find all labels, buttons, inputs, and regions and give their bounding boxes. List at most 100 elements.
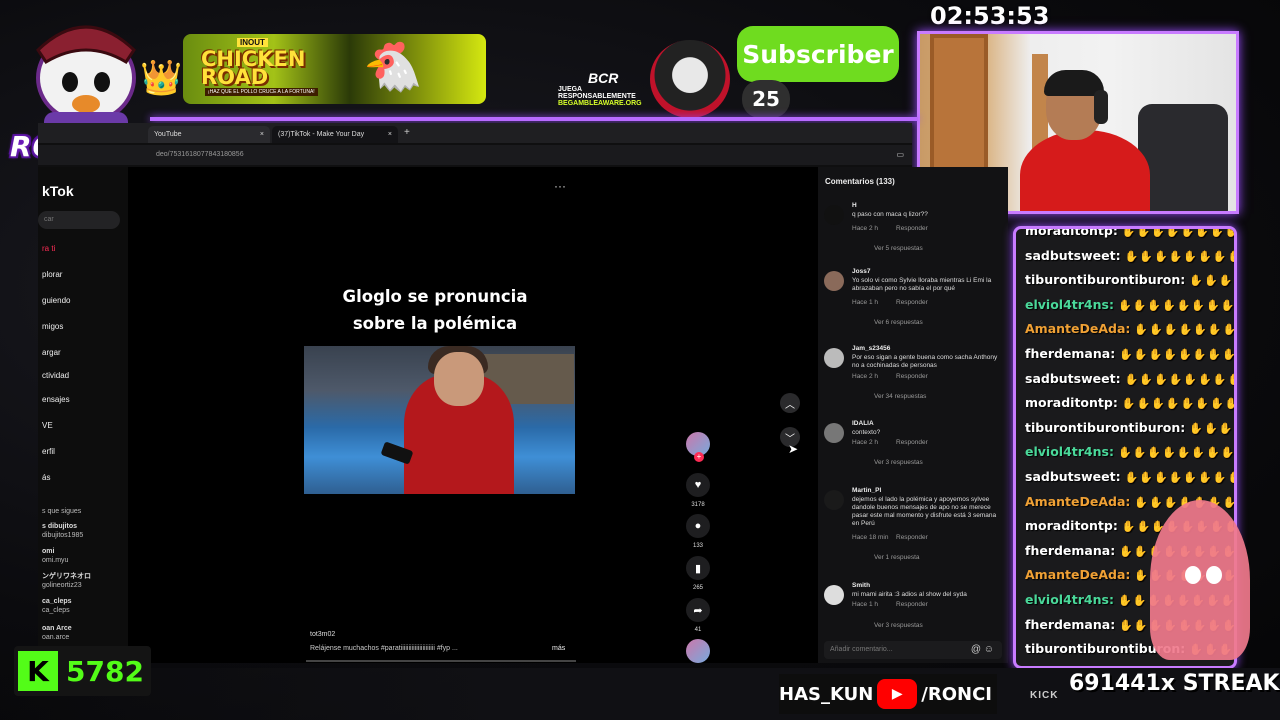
following-account[interactable]: ンゲリワネオロ golineortiz23 <box>42 572 91 590</box>
sidebar-item-messages[interactable]: ensajes <box>42 395 70 404</box>
sidebar-item-foryou[interactable]: ra ti <box>42 244 55 253</box>
avatar[interactable] <box>824 423 844 443</box>
more-options-icon[interactable]: ··· <box>554 179 566 193</box>
sidebar-item-following[interactable]: guiendo <box>42 296 70 305</box>
comment-user[interactable]: H <box>852 202 857 209</box>
chat-username: AmanteDeAda: <box>1025 321 1131 337</box>
banner-subtitle: ¡HAZ QUE EL POLLO CRUCE A LA FORTUNA! <box>205 88 318 96</box>
comment-user[interactable]: Smith <box>852 582 870 589</box>
chat-message: sadbutsweet: ✋✋✋✋✋✋✋✋ <box>1025 370 1234 386</box>
view-replies-button[interactable]: Ver 34 respuestas <box>874 393 926 400</box>
sidebar-item-live[interactable]: VE <box>42 421 53 430</box>
chat-message: fherdemana:✋✋✋✋✋✋✋✋ <box>1025 346 1234 361</box>
shares-count: 41 <box>694 627 702 633</box>
chat-username: sadbutsweet: <box>1025 469 1121 484</box>
sidebar-item-friends[interactable]: migos <box>42 322 63 331</box>
comment-time: Hace 2 h <box>852 373 879 380</box>
heart-icon[interactable]: ♥ <box>686 473 710 497</box>
following-account[interactable]: oan Arce oan.arce <box>42 624 72 642</box>
close-icon[interactable]: × <box>260 131 264 138</box>
hand-emote-icon: ✋✋✋✋✋✋✋✋ <box>1121 397 1237 411</box>
sidebar-item-explore[interactable]: plorar <box>42 270 62 279</box>
chat-username: tiburontiburontiburon: <box>1025 419 1186 435</box>
mouse-cursor-icon: ➤ <box>788 442 799 456</box>
following-name: ca_cleps <box>42 598 72 605</box>
reply-button[interactable]: Responder <box>896 439 928 446</box>
tab-youtube[interactable]: YouTube × <box>148 126 270 143</box>
view-replies-button[interactable]: Ver 6 respuestas <box>874 319 923 326</box>
mention-emoji-icon[interactable]: @ ☺ <box>971 644 994 655</box>
reply-button[interactable]: Responder <box>896 534 928 541</box>
raccoon-mascot-icon <box>650 40 730 118</box>
bookmark-icon[interactable]: ▮ <box>686 556 710 580</box>
following-account[interactable]: ca_cleps ca_cleps <box>42 597 72 615</box>
chat-username: sadbutsweet: <box>1025 370 1121 386</box>
comment-user[interactable]: Jam_s23456 <box>852 345 890 352</box>
chat-message: AmanteDeAda:✋✋✋✋✋✋✋✋ <box>1025 321 1234 337</box>
youtube-icon: ▶ <box>877 679 918 709</box>
sidebar-item-profile[interactable]: erfil <box>42 447 55 456</box>
cast-icon[interactable]: ▭ <box>896 150 904 159</box>
responsible-brand: BCR <box>588 70 619 86</box>
avatar[interactable] <box>824 490 844 510</box>
crown-icon: 👑 <box>140 59 183 97</box>
video-title-line1: Gloglo se pronuncia <box>342 287 528 306</box>
view-replies-button[interactable]: Ver 3 respuestas <box>874 459 923 466</box>
address-bar[interactable]: deo/7531618077843180856 ▭ <box>38 145 912 165</box>
chat-message: moraditontp:✋✋✋✋✋✋✋✋ <box>1025 395 1237 411</box>
chat-message: elviol4tr4ns:✋✋✋✋✋✋✋✋ <box>1025 444 1234 460</box>
stream-screen: RONCHAS INOUT CHICKEN ROAD ¡HAZ QUE EL P… <box>0 0 1280 720</box>
music-disc-icon[interactable] <box>686 639 710 663</box>
chevron-up-icon[interactable]: ︿ <box>780 393 800 413</box>
comment-user[interactable]: Martin_Pl <box>852 487 881 494</box>
avatar[interactable] <box>824 271 844 291</box>
sidebar-item-upload[interactable]: argar <box>42 348 61 357</box>
view-replies-button[interactable]: Ver 5 respuestas <box>874 245 923 252</box>
social-handle-text-2: /RONCI <box>921 683 992 705</box>
sidebar-item-activity[interactable]: ctividad <box>42 371 69 380</box>
avatar[interactable] <box>824 205 844 225</box>
following-handle: golineortiz23 <box>42 582 82 589</box>
following-account[interactable]: s dibujitos dibujitos1985 <box>42 522 83 540</box>
video-author[interactable]: tot3m02 <box>310 631 335 638</box>
comment-time: Hace 18 min <box>852 534 889 541</box>
avatar[interactable] <box>824 348 844 368</box>
reply-button[interactable]: Responder <box>896 299 928 306</box>
chat-username: elviol4tr4ns: <box>1025 444 1114 460</box>
comment-time: Hace 2 h <box>852 225 879 232</box>
follow-plus-icon[interactable]: + <box>694 452 704 462</box>
search-input[interactable]: car <box>38 211 120 229</box>
sponsor-logos: KICK <box>1030 690 1059 701</box>
sticker-eye <box>1206 566 1222 584</box>
hand-emote-icon: ✋✋✋✋✋✋✋✋ <box>1124 249 1237 263</box>
new-tab-button[interactable]: + <box>404 127 410 138</box>
reply-button[interactable]: Responder <box>896 601 928 608</box>
sidebar-item-more[interactable]: ás <box>42 473 50 482</box>
chat-username: moraditontp: <box>1025 518 1118 534</box>
close-icon[interactable]: × <box>388 131 392 138</box>
tiktok-logo[interactable]: kTok <box>42 183 74 199</box>
view-replies-button[interactable]: Ver 3 respuestas <box>874 622 923 629</box>
chat-username: sadbutsweet: <box>1025 247 1121 263</box>
view-replies-button[interactable]: Ver 1 respuesta <box>874 554 920 561</box>
url-text[interactable]: deo/7531618077843180856 <box>156 151 244 158</box>
reply-button[interactable]: Responder <box>896 225 928 232</box>
chat-username: elviol4tr4ns: <box>1025 296 1114 312</box>
chicken-icon: 🐔 <box>363 41 423 94</box>
tab-tiktok[interactable]: (37)TikTok - Make Your Day × <box>272 126 398 143</box>
comment-user[interactable]: IDALIA <box>852 420 874 427</box>
comment-icon[interactable]: ● <box>686 514 710 538</box>
avatar[interactable] <box>824 585 844 605</box>
comment-user[interactable]: Joss7 <box>852 268 870 275</box>
reply-button[interactable]: Responder <box>896 373 928 380</box>
video-progress-bar[interactable] <box>306 660 576 662</box>
likes-count: 3178 <box>691 502 705 508</box>
video-player[interactable] <box>304 346 575 494</box>
share-icon[interactable]: ➦ <box>686 598 710 622</box>
tab-tiktok-label: (37)TikTok - Make Your Day <box>278 131 365 138</box>
caption-more-link[interactable]: más <box>552 645 565 652</box>
following-account[interactable]: omi omi.myu <box>42 547 68 565</box>
tab-bar: YouTube × (37)TikTok - Make Your Day × + <box>38 123 912 143</box>
hand-emote-icon: ✋✋✋✋✋✋✋✋ <box>1117 298 1236 312</box>
banner-title: CHICKEN ROAD <box>201 47 306 89</box>
